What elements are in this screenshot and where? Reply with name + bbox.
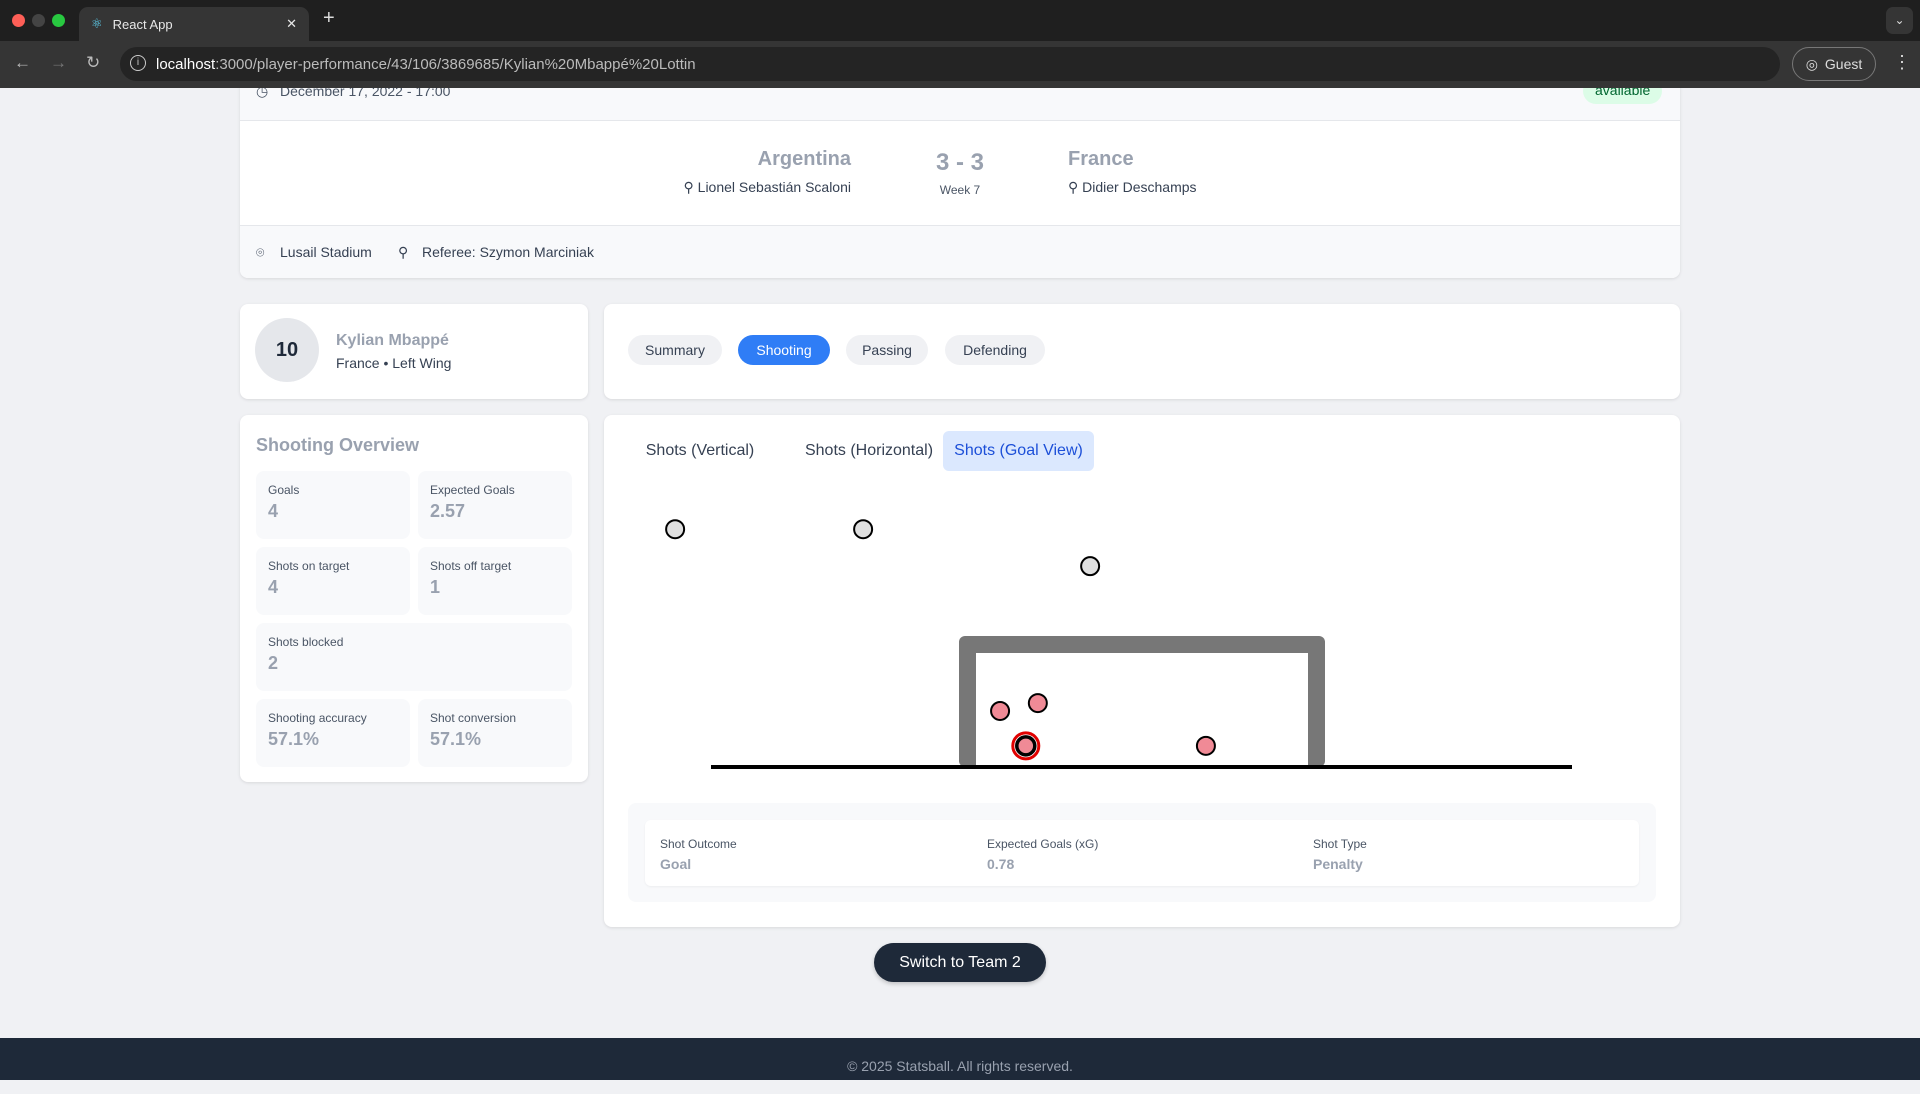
location-pin-icon: ⌾: [256, 244, 265, 260]
close-window-icon[interactable]: [12, 14, 25, 27]
stat-label: Shots blocked: [268, 635, 344, 649]
stadium: Lusail Stadium: [280, 244, 372, 260]
stat-label: Goals: [268, 483, 300, 497]
footer-copyright: © 2025 Statsball. All rights reserved.: [847, 1058, 1073, 1074]
tab-title: React App: [112, 16, 173, 32]
profile-label: Guest: [1824, 56, 1863, 72]
tab-summary[interactable]: Summary: [628, 335, 722, 365]
tab-defending[interactable]: Defending: [945, 335, 1045, 365]
match-card: ◷ December 17, 2022 - 17:00 available Ar…: [240, 60, 1680, 278]
xg-value: 0.78: [987, 856, 1015, 872]
stat-tile-blocked: Shots blocked 2: [256, 623, 572, 691]
maximize-window-icon[interactable]: [52, 14, 65, 27]
site-info-icon[interactable]: i: [130, 55, 146, 71]
stat-tile-on-target: Shots on target 4: [256, 547, 410, 615]
stat-label: Expected Goals: [430, 483, 515, 497]
shot-on-target-point[interactable]: [1015, 735, 1037, 757]
stat-value: 57.1%: [430, 729, 482, 749]
score: 3 - 3: [935, 149, 985, 176]
shot-detail-panel: Shot Outcome Goal Expected Goals (xG) 0.78…: [628, 803, 1656, 902]
player-number-avatar: 10: [255, 318, 319, 382]
shot-off-target-point[interactable]: [665, 519, 686, 540]
tab-passing[interactable]: Passing: [846, 335, 928, 365]
reload-icon[interactable]: ↻: [86, 53, 100, 73]
minimize-window-icon[interactable]: [32, 14, 45, 27]
back-icon[interactable]: ←: [14, 53, 31, 73]
away-team-name: France: [1068, 148, 1134, 170]
subtab-shots-vertical[interactable]: Shots (Vertical): [628, 431, 772, 471]
stat-label: Shooting accuracy: [268, 711, 367, 725]
manager-icon: ⚲: [1068, 179, 1083, 195]
address-bar[interactable]: i localhost:3000/player-performance/43/1…: [120, 47, 1780, 81]
away-manager: Didier Deschamps: [1082, 179, 1197, 195]
shot-off-target-point[interactable]: [853, 519, 874, 540]
stat-tile-goals: Goals 4: [256, 471, 410, 539]
stat-value: 2: [268, 653, 279, 673]
stat-tile-off-target: Shots off target 1: [418, 547, 572, 615]
footer: © 2025 Statsball. All rights reserved.: [0, 1038, 1920, 1080]
browser-tab-bar: ⚛ React App ✕ + ⌄: [0, 0, 1920, 41]
stat-value: 1: [430, 577, 441, 597]
player-name: Kylian Mbappé: [336, 332, 449, 349]
url-host: localhost: [156, 55, 216, 73]
venue-row: ⌾ Lusail Stadium ⚲ Referee: Szymon Marci…: [240, 226, 1680, 278]
react-logo-icon: ⚛: [91, 16, 103, 31]
stat-label: Shots on target: [268, 559, 350, 573]
stat-value: 57.1%: [268, 729, 320, 749]
menu-kebab-icon[interactable]: ⋮: [1893, 52, 1911, 73]
tab-shooting[interactable]: Shooting: [738, 335, 830, 365]
profile-icon: ◎: [1805, 55, 1818, 72]
stat-value: 2.57: [430, 501, 466, 521]
xg-label: Expected Goals (xG): [987, 837, 1099, 851]
overview-title: Shooting Overview: [256, 435, 420, 455]
stat-value: 4: [268, 501, 279, 521]
stat-tile-conversion: Shot conversion 57.1%: [418, 699, 572, 767]
player-card: 10 Kylian Mbappé France • Left Wing: [240, 304, 588, 399]
outcome-value: Goal: [660, 856, 692, 872]
stat-tile-xg: Expected Goals 2.57: [418, 471, 572, 539]
new-tab-icon[interactable]: +: [323, 7, 335, 30]
profile-button[interactable]: ◎ Guest: [1792, 47, 1876, 81]
outcome-label: Shot Outcome: [660, 837, 737, 851]
stat-tile-accuracy: Shooting accuracy 57.1%: [256, 699, 410, 767]
home-manager: Lionel Sebastián Scaloni: [697, 179, 851, 195]
stat-label: Shot conversion: [430, 711, 517, 725]
close-tab-icon[interactable]: ✕: [286, 16, 297, 32]
referee-icon: ⚲: [398, 244, 409, 260]
forward-icon[interactable]: →: [50, 53, 67, 73]
shot-on-target-point[interactable]: [990, 700, 1011, 721]
referee: Referee: Szymon Marciniak: [422, 244, 594, 260]
shot-on-target-point[interactable]: [1195, 735, 1216, 756]
url-path: :3000/player-performance/43/106/3869685/…: [215, 55, 696, 73]
switch-team-button[interactable]: Switch to Team 2: [874, 943, 1046, 982]
goal-view-chart: [665, 519, 1572, 769]
browser-tab[interactable]: ⚛ React App ✕: [79, 7, 309, 41]
manager-icon: ⚲: [683, 179, 698, 195]
stat-value: 4: [268, 577, 279, 597]
home-team-name: Argentina: [757, 148, 851, 170]
stat-label: Shots off target: [430, 559, 512, 573]
tab-list-chevron-icon[interactable]: ⌄: [1886, 7, 1913, 34]
subtab-shots-horizontal[interactable]: Shots (Horizontal): [788, 431, 950, 471]
player-subtitle: France • Left Wing: [336, 355, 452, 371]
match-week: Week 7: [939, 183, 981, 197]
browser-toolbar: ← → ↻ i localhost:3000/player-performanc…: [0, 41, 1920, 88]
shot-off-target-point[interactable]: [1080, 556, 1101, 577]
shot-type-label: Shot Type: [1313, 837, 1367, 851]
teams-section: Argentina ⚲ Lionel Sebastián Scaloni 3 -…: [240, 121, 1680, 226]
shot-on-target-point[interactable]: [1027, 693, 1048, 714]
subtab-shots-goal-view[interactable]: Shots (Goal View): [943, 431, 1094, 471]
shot-type-value: Penalty: [1313, 856, 1363, 872]
